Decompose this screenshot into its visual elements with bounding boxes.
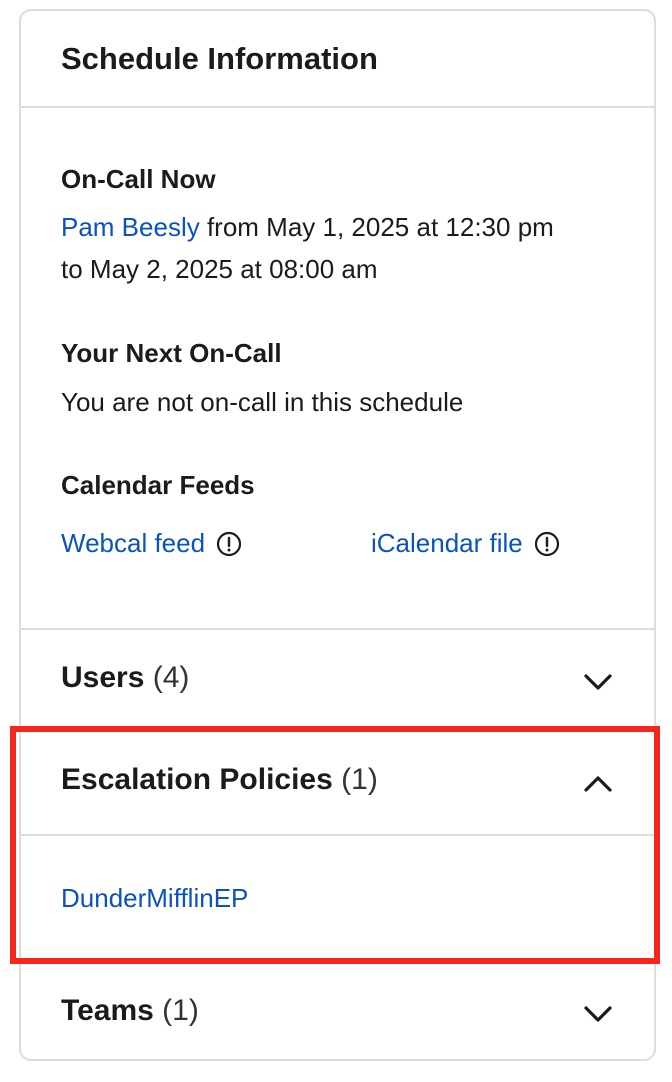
users-accordion-title: Users (4) [61,661,189,695]
schedule-information-card: Schedule Information On-Call Now Pam Bee… [19,9,656,1061]
card-title: Schedule Information [61,41,378,76]
escalation-policies-label: Escalation Policies [61,763,333,796]
chevron-up-icon[interactable] [582,774,614,794]
teams-label: Teams [61,994,154,1027]
on-call-start-text: from May 1, 2025 at 12:30 pm [199,212,554,242]
teams-accordion-title: Teams (1) [61,994,199,1028]
users-label: Users [61,661,145,694]
escalation-policies-count: (1) [341,763,378,796]
escalation-policies-accordion-header[interactable]: Escalation Policies (1) [21,732,654,832]
next-on-call-heading: Your Next On-Call [61,338,282,368]
webcal-feed-link[interactable]: Webcal feed [61,528,242,559]
escalation-policy-link[interactable]: DunderMifflinEP [61,883,248,914]
chevron-down-icon[interactable] [582,672,614,692]
escalation-policies-accordion-title: Escalation Policies (1) [61,763,378,797]
card-header: Schedule Information [21,11,654,108]
on-call-now-line2: to May 2, 2025 at 08:00 am [61,254,378,284]
on-call-person-link[interactable]: Pam Beesly [61,212,200,242]
on-call-now-line1: Pam Beesly from May 1, 2025 at 12:30 pm [61,206,554,248]
users-accordion-header[interactable]: Users (4) [21,630,654,730]
info-circle-icon[interactable] [216,531,242,557]
icalendar-file-label: iCalendar file [371,528,523,558]
icalendar-file-link[interactable]: iCalendar file [371,528,560,559]
next-on-call-text: You are not on-call in this schedule [61,387,464,417]
info-circle-icon[interactable] [534,531,560,557]
teams-count: (1) [162,994,199,1027]
webcal-feed-label: Webcal feed [61,528,206,558]
on-call-now-heading: On-Call Now [61,164,216,194]
teams-accordion-header[interactable]: Teams (1) [21,962,654,1059]
chevron-down-icon[interactable] [582,1004,614,1024]
divider [21,834,654,836]
calendar-feeds-heading: Calendar Feeds [61,470,255,500]
users-count: (4) [152,661,190,694]
